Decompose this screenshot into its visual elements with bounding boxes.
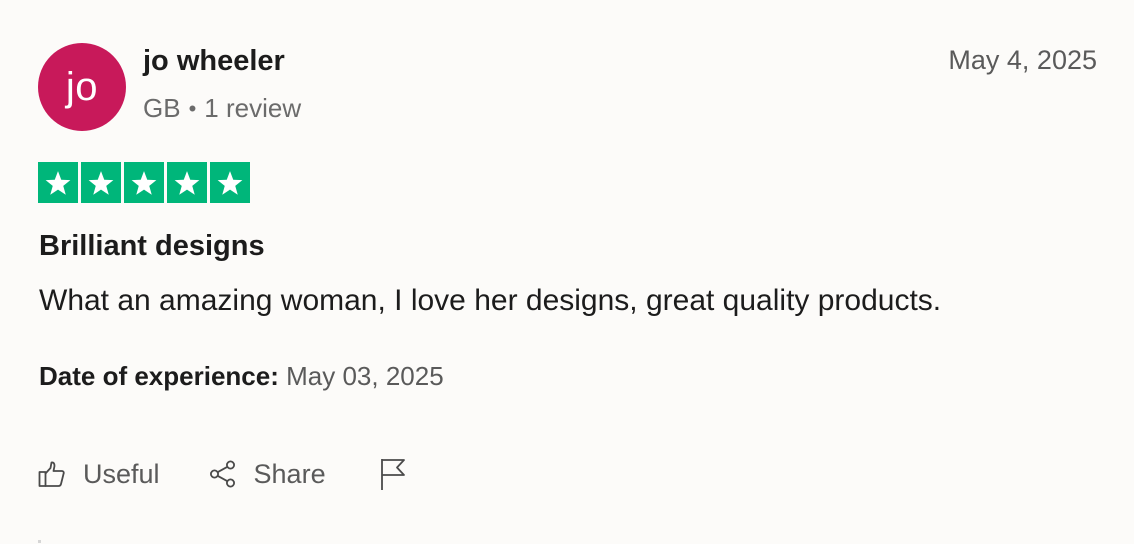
meta-separator: • [188, 95, 197, 121]
useful-label: Useful [83, 458, 160, 489]
date-of-experience: Date of experience: May 03, 2025 [39, 361, 444, 392]
star-icon [81, 162, 121, 203]
star-icon [124, 162, 164, 203]
avatar: jo [38, 43, 126, 131]
review-date: May 4, 2025 [948, 45, 1097, 75]
share-button[interactable]: Share [208, 459, 326, 490]
reviewer-country: GB [143, 93, 181, 123]
experience-label: Date of experience: [39, 361, 279, 391]
flag-icon [378, 457, 408, 491]
divider [38, 540, 41, 543]
reviewer-meta: GB • 1 review [143, 93, 301, 124]
share-label: Share [253, 458, 326, 489]
review-text: What an amazing woman, I love her design… [39, 284, 942, 317]
useful-button[interactable]: Useful [37, 459, 160, 490]
star-rating [38, 162, 250, 203]
experience-date: May 03, 2025 [286, 361, 444, 391]
star-icon [167, 162, 207, 203]
share-icon [208, 459, 238, 489]
reviewer-review-count: 1 review [204, 93, 302, 123]
thumbs-up-icon [37, 459, 67, 489]
report-button[interactable] [378, 457, 408, 491]
review-title: Brilliant designs [39, 230, 265, 262]
reviewer-name[interactable]: jo wheeler [143, 45, 285, 78]
review-actions: Useful Share [37, 457, 408, 491]
star-icon [210, 162, 250, 203]
star-icon [38, 162, 78, 203]
avatar-initials: jo [65, 64, 99, 109]
